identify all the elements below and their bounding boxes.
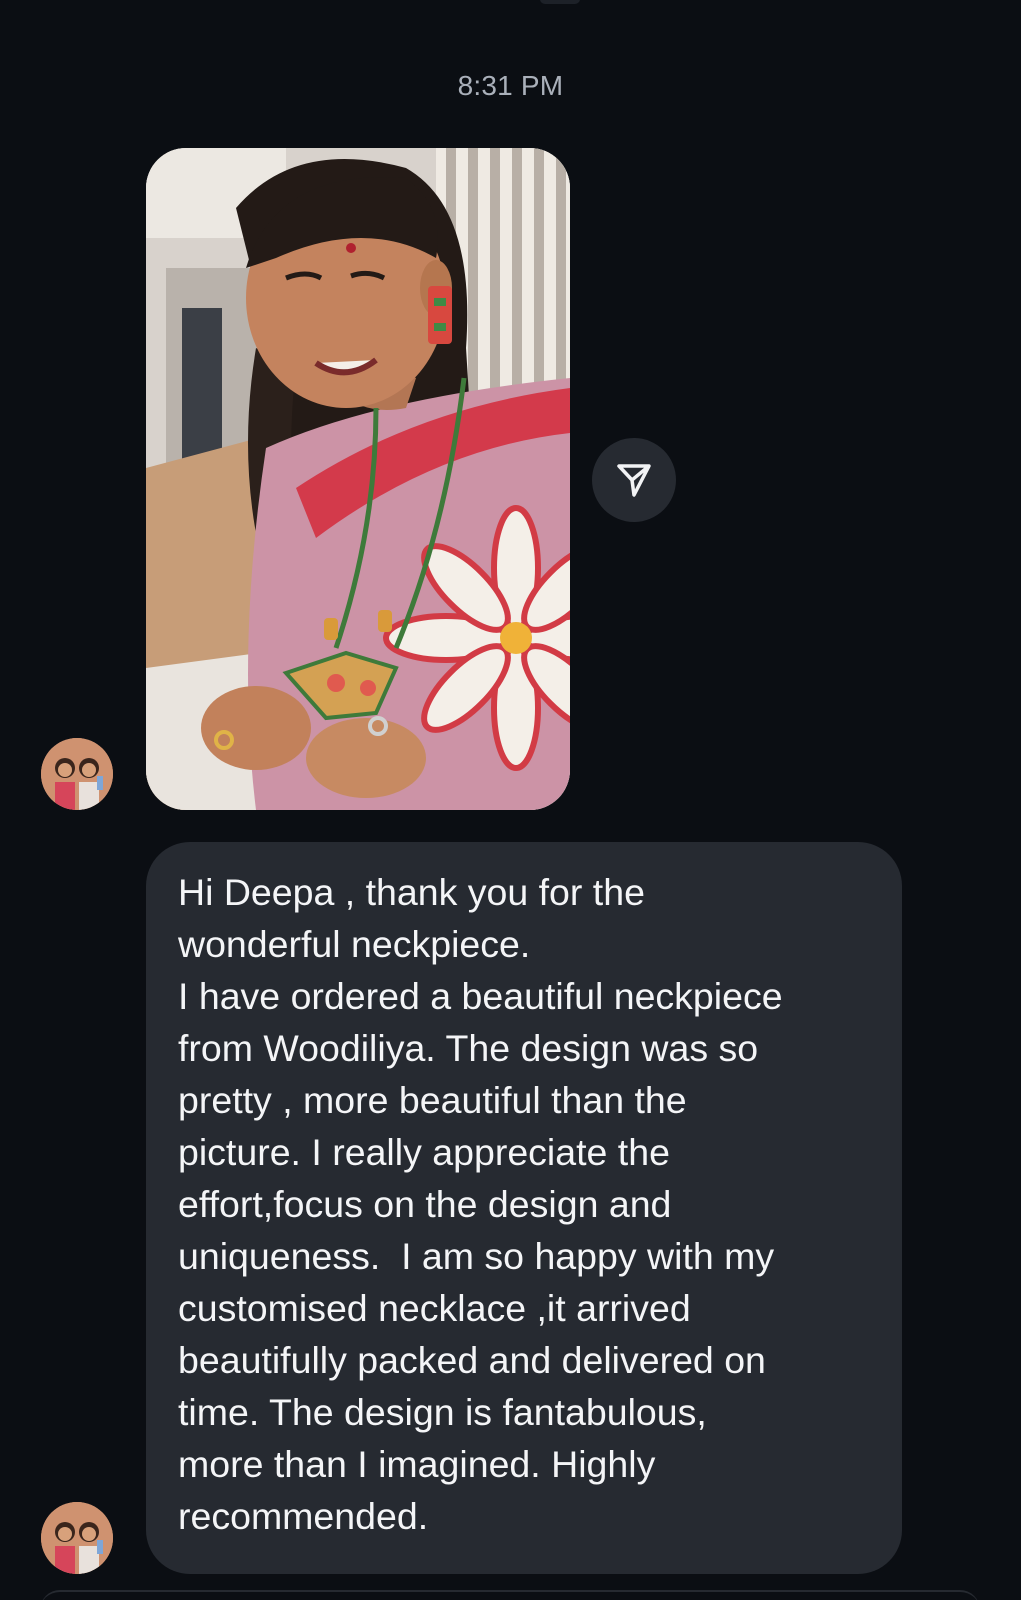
photo-message[interactable]: [146, 148, 570, 810]
avatar-photo: [41, 1502, 113, 1574]
text-message[interactable]: Hi Deepa , thank you for the wonderful n…: [146, 842, 902, 1574]
chat-thread[interactable]: 8:31 PM Hi Deepa , thank you for the won…: [0, 0, 1021, 1600]
share-button[interactable]: [592, 438, 676, 522]
paper-plane-icon: [617, 464, 651, 497]
message-timestamp: 8:31 PM: [457, 70, 564, 101]
previous-message-edge: [540, 0, 580, 4]
sender-avatar[interactable]: [41, 738, 113, 810]
avatar-photo: [41, 738, 113, 810]
sender-avatar[interactable]: [41, 1502, 113, 1574]
next-message-edge: [40, 1590, 980, 1600]
photo-image: [146, 148, 570, 810]
message-text: Hi Deepa , thank you for the wonderful n…: [178, 871, 783, 1537]
